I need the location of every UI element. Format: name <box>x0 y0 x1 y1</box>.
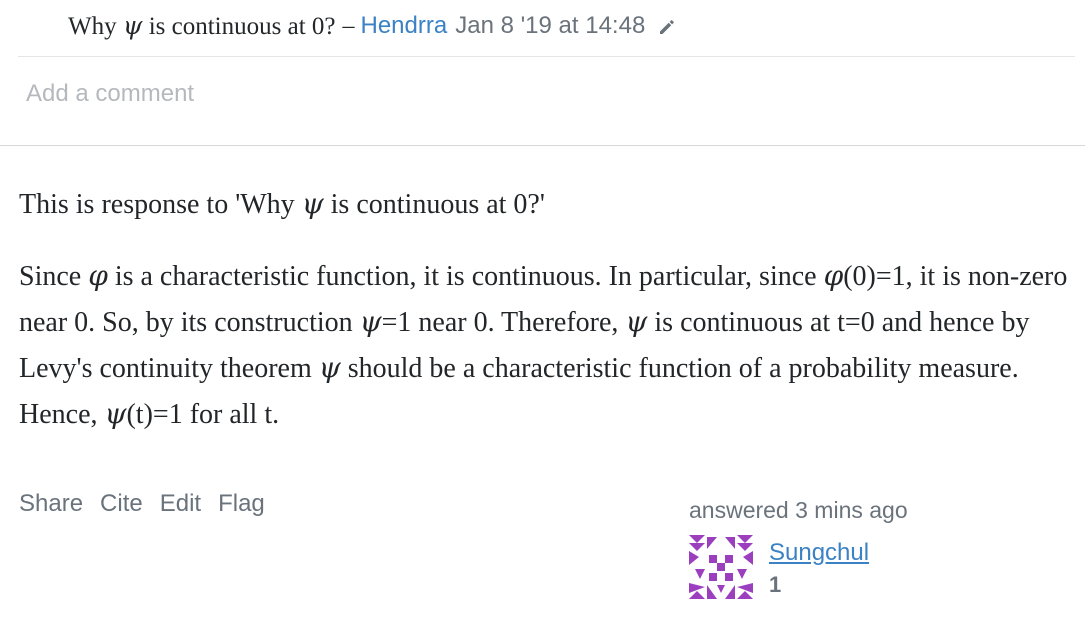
comment-separator: – <box>342 12 355 39</box>
user-signature: answered 3 mins ago Sungchul 1 <box>689 497 908 599</box>
comment-text: Why ψ is continuous at 0? <box>68 11 336 40</box>
edit-link[interactable]: Edit <box>160 490 201 518</box>
comment-divider <box>18 56 1075 57</box>
reputation-score: 1 <box>769 572 782 597</box>
identicon-avatar[interactable] <box>689 535 753 599</box>
comment-date[interactable]: Jan 8 '19 at 14:48 <box>455 12 645 40</box>
answer-paragraph-2: Since φ is a characteristic function, it… <box>19 259 1068 430</box>
answered-time[interactable]: answered 3 mins ago <box>689 497 908 524</box>
user-info: Sungchul 1 <box>689 535 869 599</box>
answer-body: This is response to 'Why ψ is continuous… <box>19 181 1069 437</box>
share-link[interactable]: Share <box>19 490 83 518</box>
post-divider <box>0 145 1085 146</box>
comment: Why ψ is continuous at 0? – Hendrra Jan … <box>68 8 677 44</box>
answer-paragraph-1: This is response to 'Why ψ is continuous… <box>19 187 545 220</box>
add-comment-link[interactable]: Add a comment <box>26 80 194 108</box>
post-menu: Share Cite Edit Flag <box>19 490 265 518</box>
cite-link[interactable]: Cite <box>100 490 143 518</box>
pencil-icon[interactable] <box>657 16 677 36</box>
user-name-link[interactable]: Sungchul <box>769 539 869 567</box>
comment-user-link[interactable]: Hendrra <box>361 12 448 40</box>
flag-link[interactable]: Flag <box>218 490 265 518</box>
